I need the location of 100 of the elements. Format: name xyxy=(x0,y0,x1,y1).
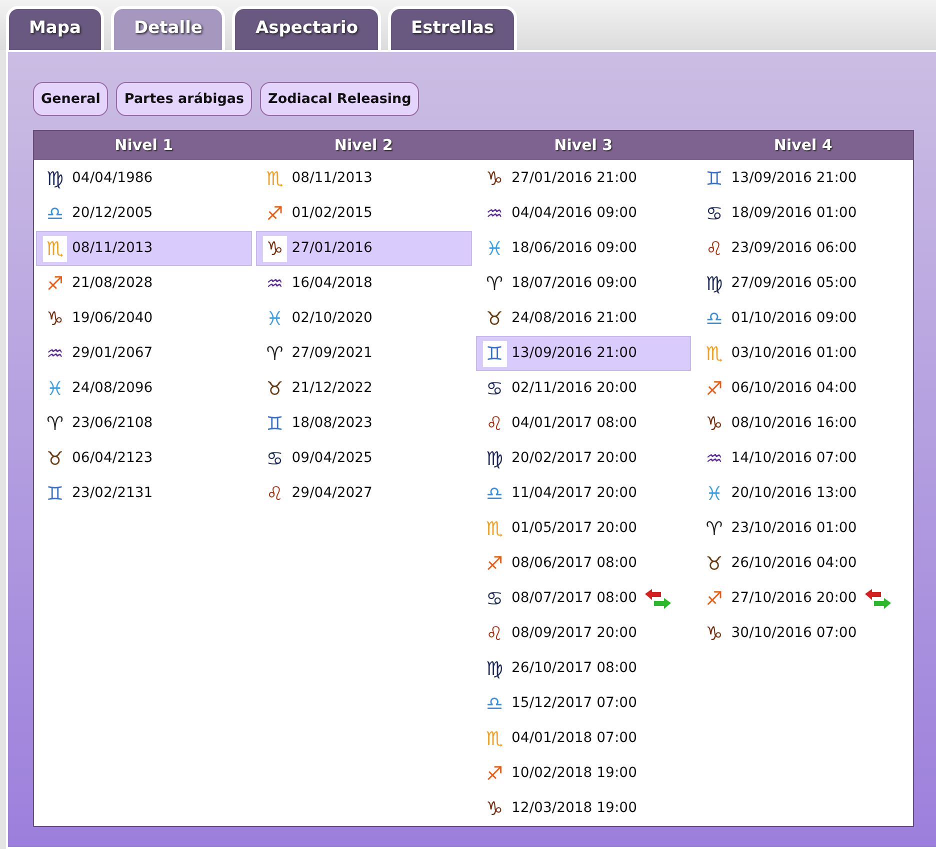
period-row[interactable]: ♍ 20/02/2017 20:00 xyxy=(476,441,692,476)
period-row[interactable]: ♋ 18/09/2016 01:00 xyxy=(695,196,911,232)
period-row[interactable]: ♎ 20/12/2005 xyxy=(36,196,252,232)
period-row[interactable]: ♋ 09/04/2025 xyxy=(256,441,472,476)
period-row[interactable]: ♐ 21/08/2028 xyxy=(36,266,252,302)
period-row[interactable]: ♏ 01/05/2017 20:00 xyxy=(476,511,692,546)
section-button[interactable]: Partes arábigas xyxy=(116,82,252,116)
period-row[interactable]: ♊ 23/02/2131 xyxy=(36,476,252,512)
period-row[interactable]: ♓ 24/08/2096 xyxy=(36,371,252,406)
period-date: 18/09/2016 01:00 xyxy=(731,204,857,224)
period-row[interactable]: ♈ 23/10/2016 01:00 xyxy=(695,511,911,546)
sign-glyph: ♌ xyxy=(704,236,724,262)
period-row[interactable]: ♏ 08/11/2013 xyxy=(256,161,472,196)
period-date: 01/10/2016 09:00 xyxy=(731,309,857,328)
period-row[interactable]: ♑ 19/06/2040 xyxy=(36,301,252,336)
period-row[interactable]: ♋ 02/11/2016 20:00 xyxy=(476,371,692,406)
period-row[interactable]: ♌ 29/04/2027 xyxy=(256,476,472,512)
period-date: 13/09/2016 21:00 xyxy=(731,169,857,188)
sign-glyph: ♓ xyxy=(45,376,65,402)
period-row[interactable]: ♎ 15/12/2017 07:00 xyxy=(476,686,692,722)
period-date: 15/12/2017 07:00 xyxy=(512,694,637,714)
sign-glyph: ♎ xyxy=(45,202,65,227)
section-button[interactable]: General xyxy=(33,82,108,116)
tab[interactable]: Aspectario xyxy=(232,6,382,50)
period-row[interactable]: ♒ 29/01/2067 xyxy=(36,336,252,372)
period-date: 08/06/2017 08:00 xyxy=(512,554,637,574)
sign-glyph: ♑ xyxy=(45,306,65,332)
period-date: 21/08/2028 xyxy=(72,274,153,294)
column-header: Nivel 4 xyxy=(693,131,913,160)
period-row[interactable]: ♍ 04/04/1986 xyxy=(36,161,252,196)
period-row[interactable]: ♐ 08/06/2017 08:00 xyxy=(476,546,692,582)
period-row[interactable]: ♏ 04/01/2018 07:00 xyxy=(476,721,692,756)
sign-glyph: ♋ xyxy=(265,446,284,472)
period-row[interactable]: ♍ 27/09/2016 05:00 xyxy=(695,266,911,302)
period-row[interactable]: ♒ 14/10/2016 07:00 xyxy=(695,441,911,476)
period-date: 04/04/2016 09:00 xyxy=(512,204,637,224)
period-row[interactable]: ♏ 08/11/2013 xyxy=(36,231,252,266)
period-row[interactable]: ♎ 11/04/2017 20:00 xyxy=(476,476,692,512)
period-date: 08/11/2013 xyxy=(72,239,153,258)
period-row[interactable]: ♐ 10/02/2018 19:00 xyxy=(476,756,692,792)
sign-glyph: ♎ xyxy=(704,306,724,332)
period-row[interactable]: ♑ 30/10/2016 07:00 xyxy=(695,616,911,652)
tab[interactable]: Estrellas xyxy=(388,6,518,50)
period-date: 26/10/2017 08:00 xyxy=(512,659,637,678)
period-date: 23/06/2108 xyxy=(72,414,153,434)
period-row[interactable]: ♓ 18/06/2016 09:00 xyxy=(476,231,692,266)
period-date: 24/08/2016 21:00 xyxy=(512,309,637,328)
period-row[interactable]: ♈ 23/06/2108 xyxy=(36,406,252,442)
period-row[interactable]: ♑ 27/01/2016 21:00 xyxy=(476,161,692,196)
sign-glyph: ♑ xyxy=(262,236,287,262)
period-row[interactable]: ♉ 24/08/2016 21:00 xyxy=(476,301,692,336)
period-row[interactable]: ♓ 02/10/2020 xyxy=(256,301,472,336)
period-date: 03/10/2016 01:00 xyxy=(731,344,857,364)
tab[interactable]: Mapa xyxy=(6,6,104,50)
sign-glyph: ♑ xyxy=(704,412,724,437)
period-row[interactable]: ♎ 01/10/2016 09:00 xyxy=(695,301,911,336)
sign-glyph: ♈ xyxy=(45,412,65,437)
sign-glyph: ♉ xyxy=(704,552,724,577)
period-row[interactable]: ♈ 18/07/2016 09:00 xyxy=(476,266,692,302)
period-row[interactable]: ♒ 04/04/2016 09:00 xyxy=(476,196,692,232)
period-date: 18/06/2016 09:00 xyxy=(512,239,637,258)
sign-glyph: ♍ xyxy=(484,656,504,682)
period-row[interactable]: ♐ 01/02/2015 xyxy=(256,196,472,232)
period-row[interactable]: ♏ 03/10/2016 01:00 xyxy=(695,336,911,372)
period-date: 13/09/2016 21:00 xyxy=(512,344,637,364)
period-row[interactable]: ♓ 20/10/2016 13:00 xyxy=(695,476,911,512)
column-header: Nivel 2 xyxy=(254,131,474,160)
period-row[interactable]: ♉ 21/12/2022 xyxy=(256,371,472,406)
period-row[interactable]: ♐ 06/10/2016 04:00 xyxy=(695,371,911,406)
sign-glyph: ♓ xyxy=(484,236,504,262)
period-row[interactable]: ♒ 16/04/2018 xyxy=(256,266,472,302)
period-row[interactable]: ♈ 27/09/2021 xyxy=(256,336,472,372)
period-row[interactable]: ♑ 08/10/2016 16:00 xyxy=(695,406,911,442)
period-row[interactable]: ♊ 18/08/2023 xyxy=(256,406,472,442)
sign-glyph: ♍ xyxy=(704,272,724,297)
period-row[interactable]: ♑ 27/01/2016 xyxy=(256,231,472,266)
period-row[interactable]: ♐ 27/10/2016 20:00 xyxy=(695,581,911,616)
period-row[interactable]: ♋ 08/07/2017 08:00 xyxy=(476,581,692,616)
period-date: 06/10/2016 04:00 xyxy=(731,379,857,398)
period-row[interactable]: ♍ 26/10/2017 08:00 xyxy=(476,651,692,686)
period-row[interactable]: ♊ 13/09/2016 21:00 xyxy=(476,336,692,372)
period-row[interactable]: ♉ 06/04/2123 xyxy=(36,441,252,476)
period-row[interactable]: ♊ 13/09/2016 21:00 xyxy=(695,161,911,196)
period-row[interactable]: ♑ 12/03/2018 19:00 xyxy=(476,791,692,826)
sign-glyph: ♑ xyxy=(484,796,504,822)
period-date: 06/04/2123 xyxy=(72,449,153,468)
period-row[interactable]: ♌ 04/01/2017 08:00 xyxy=(476,406,692,442)
sign-glyph: ♏ xyxy=(484,516,504,542)
section-button[interactable]: Zodiacal Releasing xyxy=(260,82,420,116)
sign-glyph: ♐ xyxy=(484,552,504,577)
sign-glyph: ♓ xyxy=(265,306,284,332)
sign-glyph: ♌ xyxy=(484,412,504,437)
period-row[interactable]: ♉ 26/10/2016 04:00 xyxy=(695,546,911,582)
period-date: 08/11/2013 xyxy=(292,169,372,188)
period-date: 09/04/2025 xyxy=(292,449,372,468)
column-header: Nivel 3 xyxy=(474,131,694,160)
period-date: 12/03/2018 19:00 xyxy=(512,799,637,818)
period-date: 01/02/2015 xyxy=(292,204,372,224)
period-row[interactable]: ♌ 23/09/2016 06:00 xyxy=(695,231,911,266)
period-row[interactable]: ♌ 08/09/2017 20:00 xyxy=(476,616,692,652)
